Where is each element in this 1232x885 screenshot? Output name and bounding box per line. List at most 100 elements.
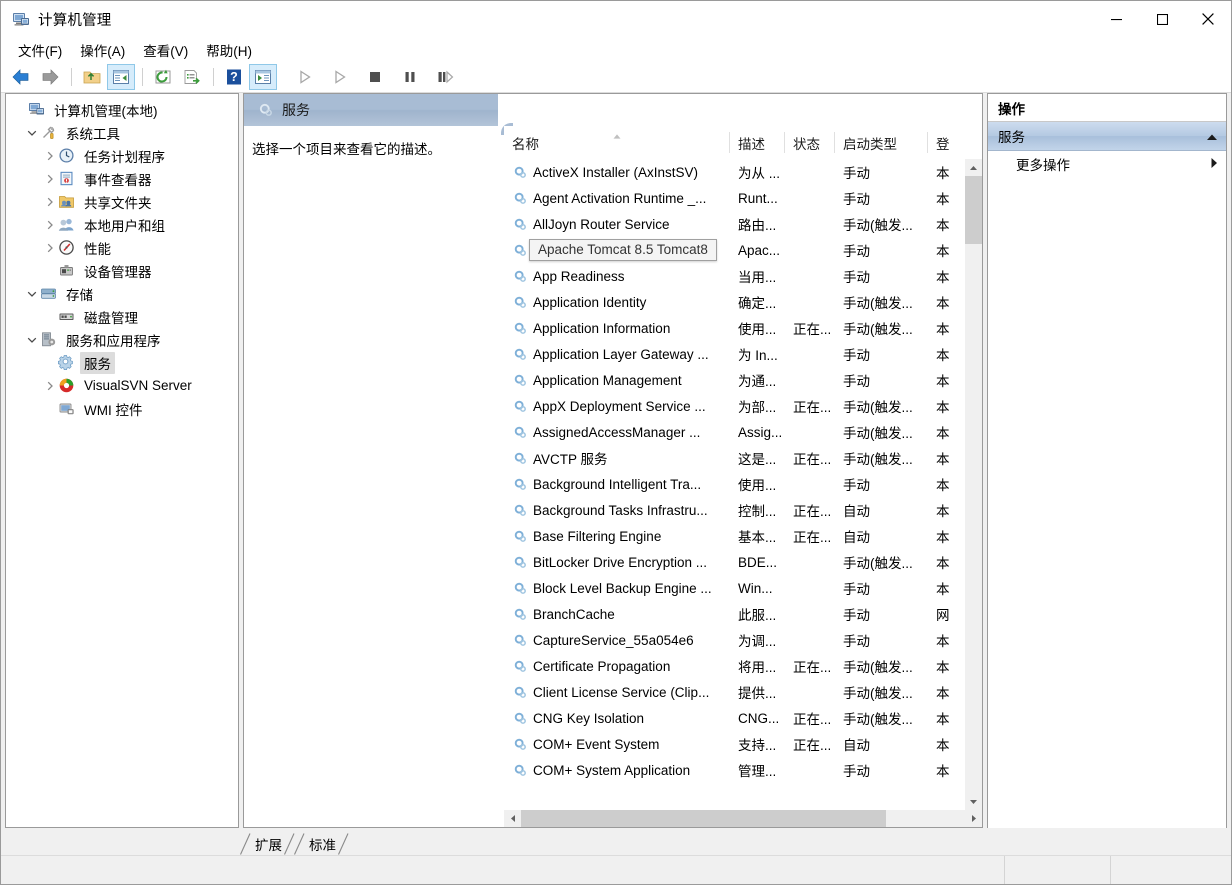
table-row[interactable]: Application Identity确定...手动(触发...本 (504, 289, 964, 315)
resume-service-icon[interactable] (326, 64, 354, 90)
table-row[interactable]: App Readiness当用...手动本 (504, 263, 964, 289)
menu-help[interactable]: 帮助(H) (197, 37, 261, 63)
table-row[interactable]: BitLocker Drive Encryption ...BDE...手动(触… (504, 549, 964, 575)
cell-startup-type: 手动(触发... (835, 448, 928, 468)
tree-item-task-scheduler[interactable]: 任务计划程序 (6, 144, 238, 167)
actions-item-more-actions[interactable]: 更多操作 (988, 151, 1226, 177)
minimize-button[interactable] (1093, 1, 1139, 37)
table-row[interactable]: Application Layer Gateway ...为 In...手动本 (504, 341, 964, 367)
tree-expander-expanded-icon[interactable] (24, 125, 40, 141)
table-row[interactable]: Application Information使用...正在...手动(触发..… (504, 315, 964, 341)
menu-view[interactable]: 查看(V) (134, 37, 197, 63)
tree-expander-collapsed-icon[interactable] (42, 240, 58, 256)
tree-expander-collapsed-icon[interactable] (42, 148, 58, 164)
tab-extended[interactable]: 扩展 (245, 833, 289, 855)
table-row[interactable]: CaptureService_55a054e6为调...手动本 (504, 627, 964, 653)
tree-item-services-and-applications[interactable]: 服务和应用程序 (6, 328, 238, 351)
table-row[interactable]: Background Intelligent Tra...使用...手动本 (504, 471, 964, 497)
vertical-scroll-track[interactable] (965, 176, 982, 793)
tree-item-wmi-control[interactable]: WMI 控件 (6, 397, 238, 420)
tree-expander-collapsed-icon[interactable] (42, 378, 58, 394)
tree-expander-collapsed-icon[interactable] (42, 217, 58, 233)
menu-action[interactable]: 操作(A) (71, 37, 134, 63)
table-row[interactable]: Base Filtering Engine基本...正在...自动本 (504, 523, 964, 549)
table-row[interactable]: AllJoyn Router Service路由...手动(触发...本 (504, 211, 964, 237)
tree-item-label: 磁盘管理 (80, 306, 142, 328)
cell-service-name: COM+ System Application (504, 763, 730, 778)
horizontal-scroll-thumb[interactable] (521, 810, 886, 827)
cell-service-name: AllJoyn Router Service (504, 217, 730, 232)
tree-item-local-users-groups[interactable]: 本地用户和组 (6, 213, 238, 236)
tree-item-storage[interactable]: 存储 (6, 282, 238, 305)
forward-icon[interactable] (36, 64, 64, 90)
tree-item-event-viewer[interactable]: 事件查看器 (6, 167, 238, 190)
service-name-label: Agent Activation Runtime _... (533, 191, 706, 206)
table-row[interactable]: BranchCache此服...手动网 (504, 601, 964, 627)
tab-standard[interactable]: 标准 (299, 833, 343, 855)
tree-item-device-manager[interactable]: 设备管理器 (6, 259, 238, 282)
scroll-down-icon[interactable] (965, 793, 982, 810)
refresh-icon[interactable] (149, 64, 177, 90)
column-header-status[interactable]: 状态 (785, 132, 835, 153)
up-folder-icon[interactable] (78, 64, 106, 90)
table-row[interactable]: COM+ System Application管理...手动本 (504, 757, 964, 783)
pause-service-icon[interactable] (396, 64, 424, 90)
tree-item-visualsvn-server[interactable]: VisualSVN Server (6, 374, 238, 397)
export-list-icon[interactable] (178, 64, 206, 90)
tree-item-disk-management[interactable]: 磁盘管理 (6, 305, 238, 328)
actions-group-services[interactable]: 服务 (988, 122, 1226, 151)
tree-item-computer-management[interactable]: 计算机管理(本地) (6, 98, 238, 121)
column-header-description[interactable]: 描述 (730, 132, 785, 153)
show-hide-tree-icon[interactable] (107, 64, 135, 90)
table-row[interactable]: COM+ Event System支持...正在...自动本 (504, 731, 964, 757)
tree-item-system-tools[interactable]: 系统工具 (6, 121, 238, 144)
tree-item-performance[interactable]: 性能 (6, 236, 238, 259)
table-row[interactable]: Application Management为通...手动本 (504, 367, 964, 393)
tree-expander-collapsed-icon[interactable] (42, 194, 58, 210)
table-row[interactable]: AVCTP 服务这是...正在...手动(触发...本 (504, 445, 964, 471)
table-row[interactable]: AppX Deployment Service ...为部...正在...手动(… (504, 393, 964, 419)
cell-service-name: Application Identity (504, 295, 730, 310)
back-icon[interactable] (7, 64, 35, 90)
table-row[interactable]: CNG Key IsolationCNG...正在...手动(触发...本 (504, 705, 964, 731)
menu-file[interactable]: 文件(F) (9, 37, 71, 63)
table-row[interactable]: Block Level Backup Engine ...Win...手动本 (504, 575, 964, 601)
tree-item-shared-folders[interactable]: 共享文件夹 (6, 190, 238, 213)
stop-service-icon[interactable] (361, 64, 389, 90)
horizontal-scrollbar[interactable] (504, 810, 982, 827)
chevron-up-icon[interactable] (1206, 129, 1218, 144)
table-row[interactable]: Client License Service (Clip...提供...手动(触… (504, 679, 964, 705)
table-row[interactable]: Agent Activation Runtime _...Runt...手动本 (504, 185, 964, 211)
service-gear-icon (513, 477, 528, 492)
cell-service-name: Background Intelligent Tra... (504, 477, 730, 492)
tree-expander-expanded-icon[interactable] (24, 332, 40, 348)
show-action-pane-icon[interactable] (249, 64, 277, 90)
help-icon[interactable]: ? (220, 64, 248, 90)
table-row[interactable]: ActiveX Installer (AxInstSV)为从 ...手动本 (504, 159, 964, 185)
tree-item-services[interactable]: 服务 (6, 351, 238, 374)
service-gear-icon (513, 737, 528, 752)
column-header-logon-as[interactable]: 登 (928, 132, 982, 153)
column-header-name[interactable]: 名称 (504, 132, 730, 153)
toolbar: ? (1, 62, 1231, 93)
column-header-startup-type[interactable]: 启动类型 (835, 132, 928, 153)
tree-expander-expanded-icon[interactable] (24, 286, 40, 302)
table-row[interactable]: Background Tasks Infrastru...控制...正在...自… (504, 497, 964, 523)
horizontal-scroll-track[interactable] (521, 810, 965, 827)
scroll-right-icon[interactable] (965, 810, 982, 827)
table-row[interactable]: AssignedAccessManager ...Assig...手动(触发..… (504, 419, 964, 445)
maximize-button[interactable] (1139, 1, 1185, 37)
table-row[interactable]: Certificate Propagation将用...正在...手动(触发..… (504, 653, 964, 679)
scroll-left-icon[interactable] (504, 810, 521, 827)
cell-startup-type: 手动 (835, 578, 928, 598)
cell-description: 确定... (730, 292, 785, 312)
tree-expander-collapsed-icon[interactable] (42, 171, 58, 187)
start-service-icon[interactable] (291, 64, 319, 90)
scroll-up-icon[interactable] (965, 159, 982, 176)
close-button[interactable] (1185, 1, 1231, 37)
cell-logon-as: 本 (928, 708, 964, 728)
restart-service-icon[interactable] (431, 64, 459, 90)
vertical-scrollbar[interactable] (964, 159, 982, 810)
vertical-scroll-thumb[interactable] (965, 176, 982, 244)
column-header-label: 登 (936, 133, 950, 153)
